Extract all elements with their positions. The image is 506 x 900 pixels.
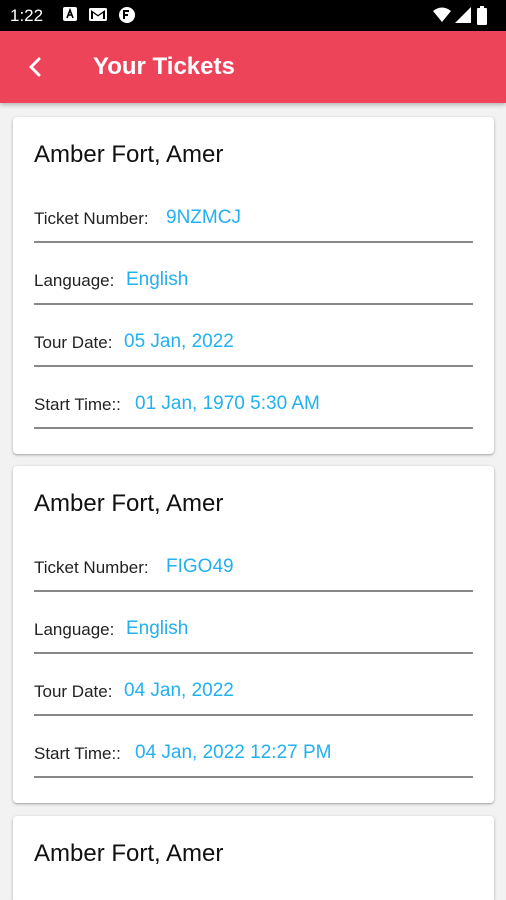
start-time-row: Start Time:: 01 Jan, 1970 5:30 AM <box>34 393 473 454</box>
tour-date-value: 05 Jan, 2022 <box>124 331 234 352</box>
ticket-number-value: 9NZMCJ <box>166 207 241 228</box>
start-time-value: 04 Jan, 2022 12:27 PM <box>135 742 332 763</box>
start-time-label: Start Time:: <box>34 395 121 414</box>
divider <box>34 590 473 592</box>
tour-date-label: Tour Date: <box>34 333 113 352</box>
ticket-title: Amber Fort, Amer <box>34 840 224 867</box>
tour-date-label: Tour Date: <box>34 682 113 701</box>
status-system-icons <box>432 6 496 26</box>
language-label: Language: <box>34 271 115 290</box>
status-bar: 1:22 <box>0 0 506 31</box>
ticket-number-value: FIGO49 <box>166 556 234 577</box>
divider <box>34 714 473 716</box>
language-value: English <box>126 618 189 639</box>
a-notification-icon <box>63 7 77 21</box>
status-time: 1:22 <box>10 6 44 25</box>
wifi-icon <box>433 7 451 22</box>
divider <box>34 365 473 367</box>
tour-date-row: Tour Date: 04 Jan, 2022 <box>34 680 473 744</box>
ticket-title: Amber Fort, Amer <box>34 141 224 168</box>
language-row: Language: English <box>34 618 473 682</box>
ticket-number-row: Ticket Number: FIGO49 <box>34 556 473 620</box>
divider <box>34 427 473 429</box>
gmail-icon <box>89 8 107 21</box>
divider <box>34 652 473 654</box>
ticket-card[interactable]: Amber Fort, Amer Ticket Number: 9NZMCJ L… <box>13 117 494 454</box>
ticket-number-row: Ticket Number: 9NZMCJ <box>34 207 473 271</box>
language-row: Language: English <box>34 269 473 333</box>
tour-date-value: 04 Jan, 2022 <box>124 680 234 701</box>
signal-icon <box>455 7 471 23</box>
vpn-key-icon <box>119 7 135 23</box>
ticket-title: Amber Fort, Amer <box>34 490 224 517</box>
language-label: Language: <box>34 620 115 639</box>
divider <box>34 241 473 243</box>
ticket-number-label: Ticket Number: <box>34 558 149 577</box>
language-value: English <box>126 269 189 290</box>
ticket-number-label: Ticket Number: <box>34 209 149 228</box>
start-time-row: Start Time:: 04 Jan, 2022 12:27 PM <box>34 742 473 803</box>
chevron-left-icon <box>29 57 41 77</box>
start-time-label: Start Time:: <box>34 744 121 763</box>
divider <box>34 303 473 305</box>
divider <box>34 776 473 778</box>
page-title: Your Tickets <box>93 53 235 80</box>
ticket-card[interactable]: Amber Fort, Amer <box>13 816 494 900</box>
back-button[interactable] <box>18 49 54 85</box>
start-time-value: 01 Jan, 1970 5:30 AM <box>135 393 320 414</box>
tour-date-row: Tour Date: 05 Jan, 2022 <box>34 331 473 395</box>
ticket-card[interactable]: Amber Fort, Amer Ticket Number: FIGO49 L… <box>13 466 494 803</box>
app-bar: Your Tickets <box>0 31 506 103</box>
battery-icon <box>477 6 487 25</box>
ticket-list: Amber Fort, Amer Ticket Number: 9NZMCJ L… <box>0 103 506 900</box>
